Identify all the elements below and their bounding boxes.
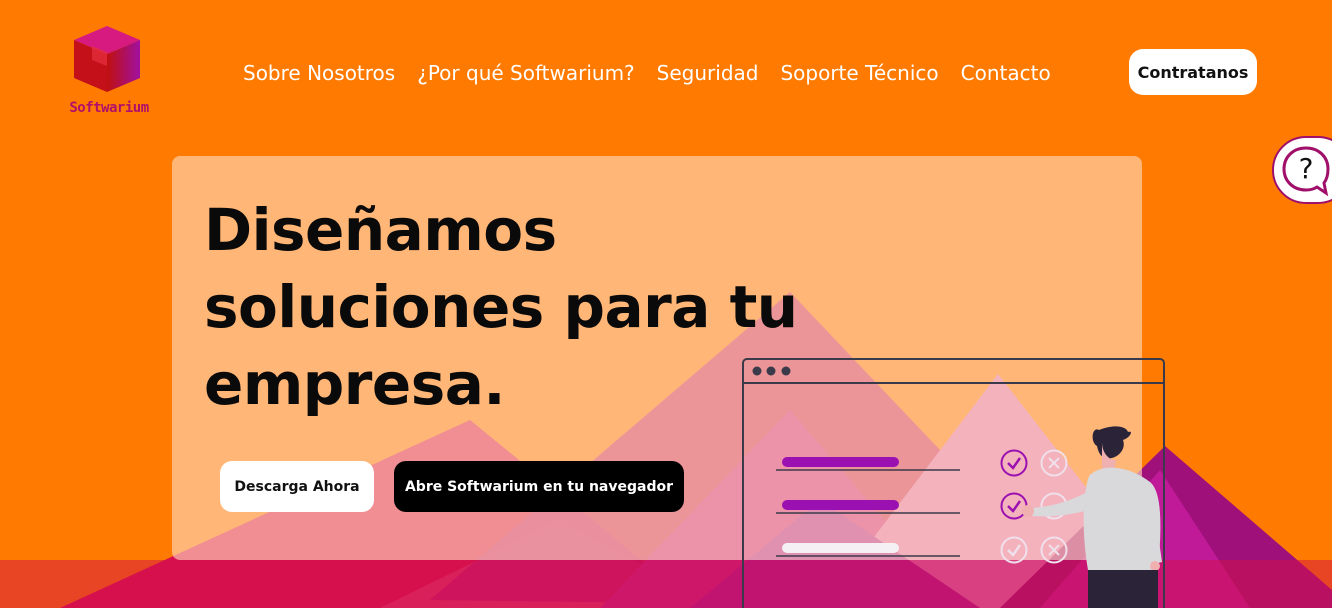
nav-link-security[interactable]: Seguridad — [646, 60, 770, 86]
hero-title: Diseñamos soluciones para tu empresa. — [204, 196, 798, 418]
checklist-illustration — [742, 358, 1165, 608]
help-button[interactable]: ? — [1272, 136, 1332, 204]
nav-link-about[interactable]: Sobre Nosotros — [232, 60, 406, 86]
logo[interactable]: Softwarium — [60, 22, 156, 122]
open-in-browser-button[interactable]: Abre Softwarium en tu navegador — [394, 461, 684, 512]
nav-link-contact[interactable]: Contacto — [950, 60, 1062, 86]
nav-link-why[interactable]: ¿Por qué Softwarium? — [406, 60, 645, 86]
main-nav: Sobre Nosotros ¿Por qué Softwarium? Segu… — [232, 60, 1062, 86]
cube-logo-icon — [74, 26, 140, 92]
hire-button[interactable]: Contratanos — [1129, 49, 1257, 95]
question-bubble-icon: ? — [1282, 146, 1330, 197]
svg-text:?: ? — [1299, 152, 1314, 185]
nav-link-support[interactable]: Soporte Técnico — [769, 60, 949, 86]
download-button[interactable]: Descarga Ahora — [220, 461, 374, 512]
logo-wordmark: Softwarium — [69, 100, 149, 116]
